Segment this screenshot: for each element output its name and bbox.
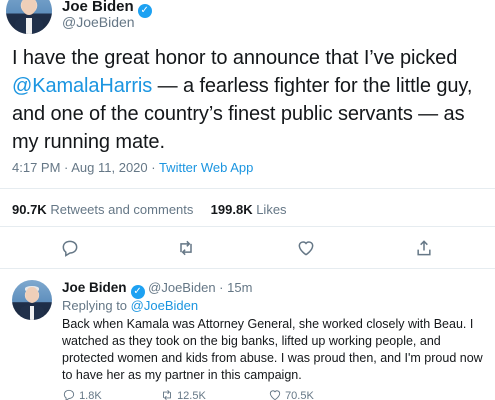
retweet-button[interactable] [176, 238, 200, 262]
like-button[interactable] [296, 238, 320, 262]
reply-retweet-button[interactable]: 12.5K [160, 388, 206, 400]
likes-stat[interactable]: 199.8K Likes [211, 202, 287, 217]
like-icon [269, 390, 281, 400]
source-link[interactable]: Twitter Web App [159, 160, 253, 175]
engagement-stats: 90.7K Retweets and comments 199.8K Likes [12, 202, 287, 217]
tweet-text-part-1: I have the great honor to announce that … [12, 47, 458, 69]
divider [0, 268, 495, 269]
reply-count: 1.8K [79, 390, 102, 400]
like-count: 70.5K [285, 390, 314, 400]
reply-time[interactable]: · 15m [219, 280, 252, 295]
timestamp[interactable]: 4:17 PM · Aug 11, 2020 · [12, 160, 159, 175]
retweets-count: 90.7K [12, 202, 47, 217]
retweet-count: 12.5K [177, 390, 206, 400]
verified-icon: ✓ [130, 285, 145, 299]
author-avatar[interactable] [6, 0, 52, 34]
reply-author-name[interactable]: Joe Biden [62, 280, 127, 295]
author-name-text: Joe Biden [62, 0, 134, 15]
likes-label: Likes [256, 202, 287, 217]
like-icon [298, 241, 314, 256]
replying-prefix: Replying to [62, 298, 131, 313]
replying-to: Replying to @JoeBiden [62, 298, 198, 313]
share-icon [417, 240, 431, 256]
share-button[interactable] [414, 238, 438, 262]
reply-icon [62, 240, 78, 257]
divider [0, 188, 495, 189]
reply-button[interactable] [60, 238, 84, 262]
verified-icon: ✓ [137, 4, 152, 18]
author-handle[interactable]: @JoeBiden [62, 14, 135, 30]
replying-to-link[interactable]: @JoeBiden [131, 298, 198, 313]
reply-like-button[interactable]: 70.5K [268, 388, 314, 400]
tweet-meta: 4:17 PM · Aug 11, 2020 · Twitter Web App [12, 160, 253, 175]
divider [0, 226, 495, 227]
mention-link[interactable]: @KamalaHarris [12, 75, 152, 97]
reply-author-handle[interactable]: @JoeBiden [148, 280, 215, 295]
retweet-icon [163, 390, 171, 400]
reply-icon [63, 389, 75, 400]
retweets-stat[interactable]: 90.7K Retweets and comments [12, 202, 193, 217]
likes-count: 199.8K [210, 202, 253, 217]
reply-header: Joe Biden ✓ @JoeBiden · 15m [62, 280, 252, 299]
retweet-icon [180, 240, 192, 256]
tweet-text: I have the great honor to announce that … [12, 44, 492, 156]
retweets-label: Retweets and comments [50, 202, 194, 217]
reply-author-avatar[interactable] [12, 280, 52, 320]
tweet-actions [0, 238, 495, 262]
reply-reply-button[interactable]: 1.8K [62, 388, 102, 400]
reply-text: Back when Kamala was Attorney General, s… [62, 317, 483, 382]
